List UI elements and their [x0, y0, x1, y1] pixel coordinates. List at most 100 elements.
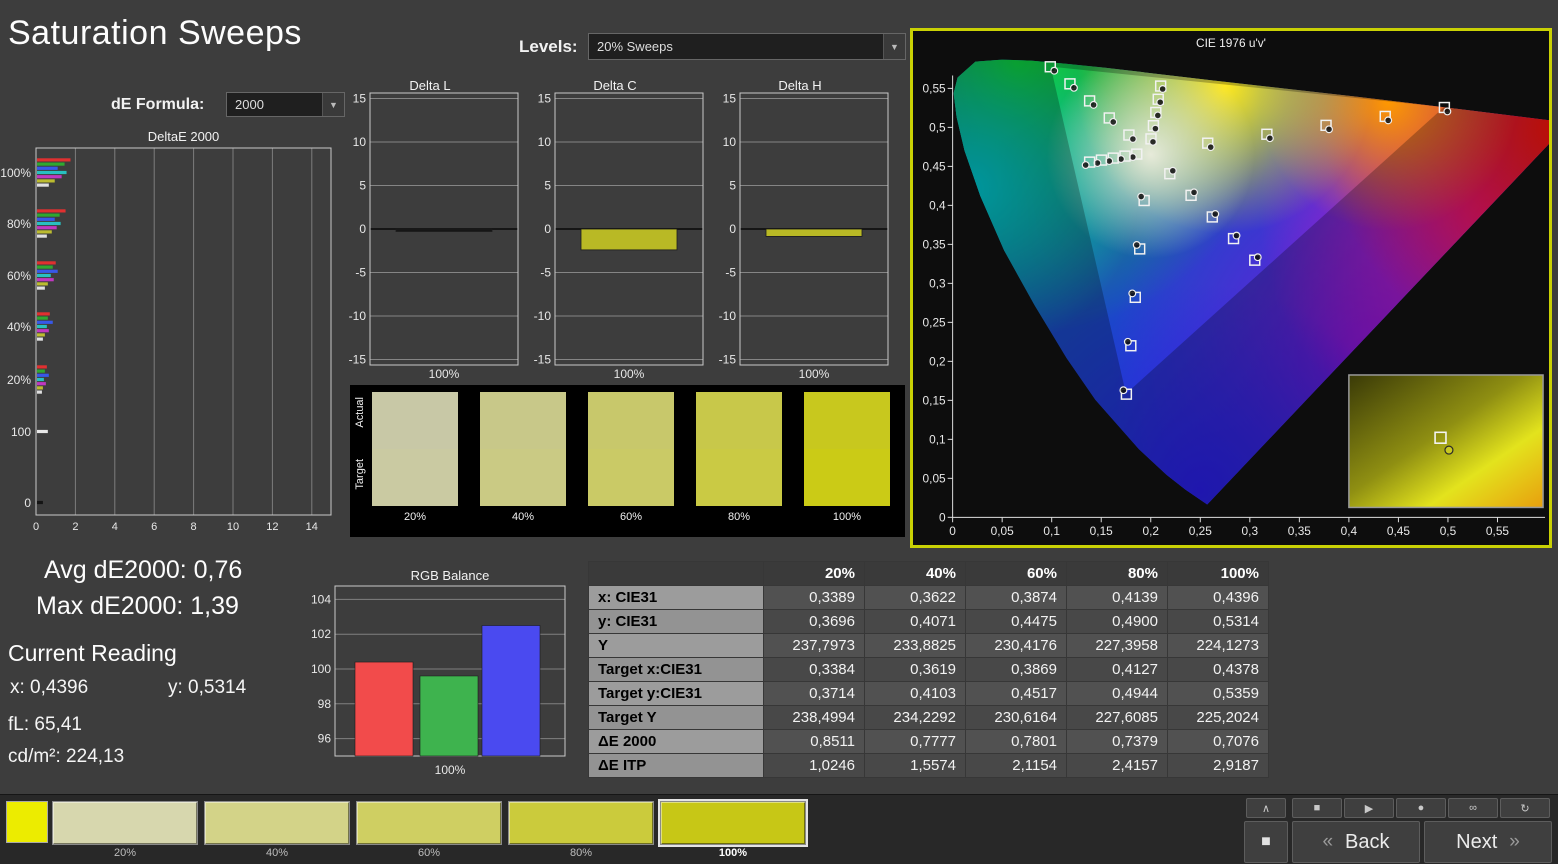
loop-button[interactable]: ∞ [1448, 798, 1498, 818]
back-arrows-icon: « [1322, 831, 1333, 853]
cie-measured-marker-blue [1124, 338, 1131, 345]
deltae-bar [37, 171, 67, 174]
rgb-y-tick: 104 [311, 592, 331, 606]
cie-measured-marker-magenta [1212, 211, 1219, 218]
deltae-bar [37, 266, 53, 269]
level-tile-100%[interactable] [660, 801, 806, 845]
swatch-label: 40% [480, 511, 566, 523]
refresh-button[interactable]: ↻ [1500, 798, 1550, 818]
levels-dropdown[interactable]: 20% Sweeps ▼ [588, 33, 906, 60]
cie-measured-marker-green [1071, 84, 1078, 91]
record-icon: ● [1418, 802, 1425, 814]
deltae-bar [37, 382, 46, 385]
level-tile-label: 20% [52, 847, 198, 859]
deltae-bar [37, 287, 45, 290]
next-button[interactable]: Next » [1424, 821, 1552, 863]
level-tile-20%[interactable] [52, 801, 198, 845]
cie-x-tick: 0,15 [1090, 524, 1114, 538]
table-header-cell: 80% [1067, 562, 1168, 586]
deltae-bar [37, 329, 49, 332]
table-row-label: ΔE ITP [589, 754, 764, 778]
table-row: Target x:CIE310,33840,36190,38690,41270,… [589, 658, 1269, 682]
chevron-down-icon[interactable]: ▼ [883, 34, 905, 59]
cie-y-tick: 0,3 [929, 276, 946, 290]
deltae-bar [37, 184, 49, 187]
table-cell: 0,7379 [1067, 730, 1168, 754]
rgb-y-tick: 100 [311, 662, 331, 676]
table-cell: 227,3958 [1067, 634, 1168, 658]
level-tile-80%[interactable] [508, 801, 654, 845]
deltae-y-label: 0 [24, 496, 31, 510]
stop-measurement-button[interactable]: ■ [1244, 821, 1288, 863]
deltae-bar [37, 386, 43, 389]
deltae-x-tick: 14 [306, 521, 318, 533]
cie-measured-marker-red [1267, 135, 1274, 142]
table-row-label: ΔE 2000 [589, 730, 764, 754]
table-header-cell: 60% [966, 562, 1067, 586]
rgb-balance-chart: 1041021009896100% [300, 584, 570, 780]
deltae-bar [37, 209, 66, 212]
current-color-swatch[interactable] [6, 801, 48, 843]
expand-up-button[interactable]: ∧ [1246, 798, 1286, 818]
rgb-bar-green [420, 676, 478, 756]
table-cell: 0,3869 [966, 658, 1067, 682]
cie-y-tick: 0,45 [923, 159, 947, 173]
back-button[interactable]: « Back [1292, 821, 1420, 863]
cie-x-tick: 0,25 [1189, 524, 1213, 538]
cie-x-tick: 0,2 [1142, 524, 1159, 538]
stop-button[interactable]: ■ [1292, 798, 1342, 818]
cie-y-tick: 0,15 [923, 393, 947, 407]
cie-y-tick: 0,1 [929, 432, 946, 446]
deltae-y-label: 100% [0, 166, 31, 180]
table-cell: 0,3389 [764, 586, 865, 610]
de-formula-label: dE Formula: [111, 96, 204, 114]
delta-y-tick: 5 [359, 179, 366, 193]
levels-dropdown-value: 20% Sweeps [589, 39, 673, 54]
level-tile-60%[interactable] [356, 801, 502, 845]
delta-y-tick: 0 [729, 222, 736, 236]
level-tile-label: 100% [660, 847, 806, 859]
table-cell: 0,4103 [865, 682, 966, 706]
delta-value-bar [766, 229, 862, 236]
swatch-60% [588, 392, 674, 506]
delta-y-tick: -10 [719, 309, 737, 323]
deltae-bar [37, 230, 52, 233]
deltae-y-label: 80% [7, 217, 31, 231]
cie-diagram-panel: 0,550,50,450,40,350,30,250,20,150,10,050… [910, 28, 1552, 548]
cie-measured-marker-yellow [1150, 138, 1157, 145]
delta-y-tick: 0 [359, 222, 366, 236]
level-tile-40%[interactable] [204, 801, 350, 845]
swatch-actual-color [372, 392, 458, 449]
avg-de2000: Avg dE2000: 0,76 [44, 556, 242, 585]
table-cell: 0,4900 [1067, 610, 1168, 634]
cie-x-tick: 0,35 [1288, 524, 1312, 538]
deltae-bar [37, 167, 58, 170]
table-header-cell [589, 562, 764, 586]
deltae-y-label: 40% [7, 320, 31, 334]
cie-y-tick: 0,25 [923, 315, 947, 329]
de-formula-dropdown[interactable]: 2000 ▼ [226, 92, 345, 117]
table-row: x: CIE310,33890,36220,38740,41390,4396 [589, 586, 1269, 610]
cie-x-tick: 0 [949, 524, 956, 538]
cie-measured-marker-magenta [1254, 254, 1261, 261]
table-cell: 0,4517 [966, 682, 1067, 706]
table-cell: 238,4994 [764, 706, 865, 730]
chevron-up-icon: ∧ [1262, 802, 1270, 815]
rgb-y-tick: 98 [318, 697, 332, 711]
play-button[interactable]: ▶ [1344, 798, 1394, 818]
cie-measured-marker-magenta [1191, 189, 1198, 196]
delta-value-bar [396, 229, 492, 232]
delta-y-tick: 10 [353, 135, 367, 149]
cie-y-tick: 0,4 [929, 198, 946, 212]
cie-y-tick: 0,55 [923, 81, 947, 95]
delta-y-tick: 15 [353, 92, 367, 106]
cie-measured-marker-yellow [1159, 86, 1166, 93]
current-reading-x: x: 0,4396 [10, 677, 88, 699]
table-cell: 0,4475 [966, 610, 1067, 634]
deltae-bar [37, 321, 53, 324]
cie-measured-marker-yellow [1154, 112, 1161, 119]
record-button[interactable]: ● [1396, 798, 1446, 818]
table-cell: 0,3619 [865, 658, 966, 682]
cie-measured-marker-cyan [1082, 162, 1089, 169]
delta-y-tick: 5 [544, 179, 551, 193]
